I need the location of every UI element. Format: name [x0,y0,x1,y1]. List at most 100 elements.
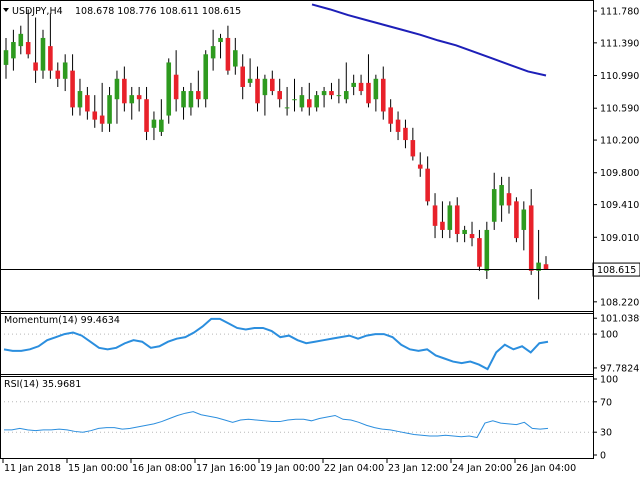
candle-body [395,119,401,132]
candle-body [203,54,209,100]
candle-body [432,205,438,226]
time-tick-label: 26 Jan 04:00 [516,463,576,474]
candle-body [11,42,16,59]
candle-body [99,115,105,124]
rsi-title: RSI(14) 35.9681 [4,379,81,390]
candle-body [3,50,9,65]
candle-body [33,62,38,71]
candle-body [417,164,423,169]
candle-body [173,74,179,100]
candle-body [329,91,334,96]
price-tick-label: 111.390 [600,38,639,49]
candle-body [144,99,149,132]
candle-body [314,95,319,108]
candle-body [55,70,61,79]
candle-body [306,99,312,108]
price-tick-label: 110.990 [600,71,639,82]
candle-body [284,107,290,109]
candle-body [410,140,416,157]
candle-body [181,91,186,108]
candle-body [521,209,527,230]
momentum-tick-label: 101.0389 [600,314,640,325]
candle-body [543,264,549,270]
candle-body [240,66,246,87]
candle [484,221,490,279]
candle-body [70,70,75,108]
candle-body [107,95,112,124]
candle-body [159,119,164,132]
rsi-tick-label: 0 [600,451,606,462]
candle-body [166,62,172,116]
candle-body [255,78,260,104]
candle-body [343,91,349,100]
trading-chart[interactable]: 111.780 111.390 110.990 110.590 110.200 109.8… [0,0,640,480]
price-tick-label: 108.220 [600,297,639,308]
time-tick-label: 11 Jan 2018 [4,463,61,474]
candle-body [40,37,46,71]
time-tick-label: 15 Jan 00:00 [68,463,128,474]
price-tick-label: 109.800 [600,168,639,179]
candle-body [491,189,497,222]
candle-body [299,95,305,108]
candle-body [92,111,98,120]
price-tick-label: 109.410 [600,200,639,211]
candle-body [292,99,297,101]
candle [203,50,209,108]
candle-body [351,82,356,87]
candle-body [77,91,83,108]
candle-body [122,78,127,104]
candle-body [48,46,53,71]
candle-body [85,95,90,112]
candle-body [321,91,327,96]
momentum-tick-label: 97.7824 [600,363,639,374]
candle-body [514,201,519,239]
time-tick-label: 16 Jan 08:00 [132,463,192,474]
candle-body [425,168,430,202]
candle-body [336,95,342,97]
price-tick-label: 110.200 [600,136,639,147]
time-tick-label: 24 Jan 20:00 [452,463,512,474]
current-price-label: 108.615 [597,265,636,276]
symbol-timeframe: USDJPY,H4 [12,6,63,17]
price-tick-label: 111.780 [600,6,639,17]
rsi-tick-label: 70 [600,397,612,408]
candle-body [188,91,194,108]
momentum-title: Momentum(14) 99.4634 [4,315,120,326]
candle-body [380,78,386,112]
ohlc-values: 108.678 108.776 108.611 108.615 [75,6,241,17]
time-tick-label: 17 Jan 16:00 [196,463,256,474]
time-tick-label: 19 Jan 00:00 [260,463,320,474]
candle-body [196,91,201,100]
candle-body [151,119,157,128]
momentum-tick-label: 100 [600,330,618,341]
price-tick-label: 110.590 [600,104,639,115]
candle-body [469,234,475,239]
candle-body [270,78,275,92]
time-tick-label: 22 Jan 04:00 [324,463,384,474]
candle-body [388,107,393,124]
candle-body [277,91,282,100]
candle-body [366,82,371,104]
candle-body [358,82,364,92]
candle-body [499,185,504,206]
candle-body [62,62,68,79]
candle-body [506,193,512,206]
candle-body [136,95,142,100]
candle-body [454,205,460,235]
candle [514,197,519,243]
candle-body [114,78,120,100]
candle-body [477,238,482,267]
candle-body [462,229,467,235]
candle [166,58,172,124]
candle-body [210,46,216,59]
rsi-tick-label: 100 [600,375,618,386]
candle-body [225,37,231,71]
candle-body [218,37,223,43]
candle-body [447,205,453,230]
candle-body [440,221,445,230]
candle-body [247,78,253,83]
candle-body [403,127,408,141]
candle-body [373,78,379,100]
candle-body [25,42,31,55]
candle-body [262,78,268,96]
